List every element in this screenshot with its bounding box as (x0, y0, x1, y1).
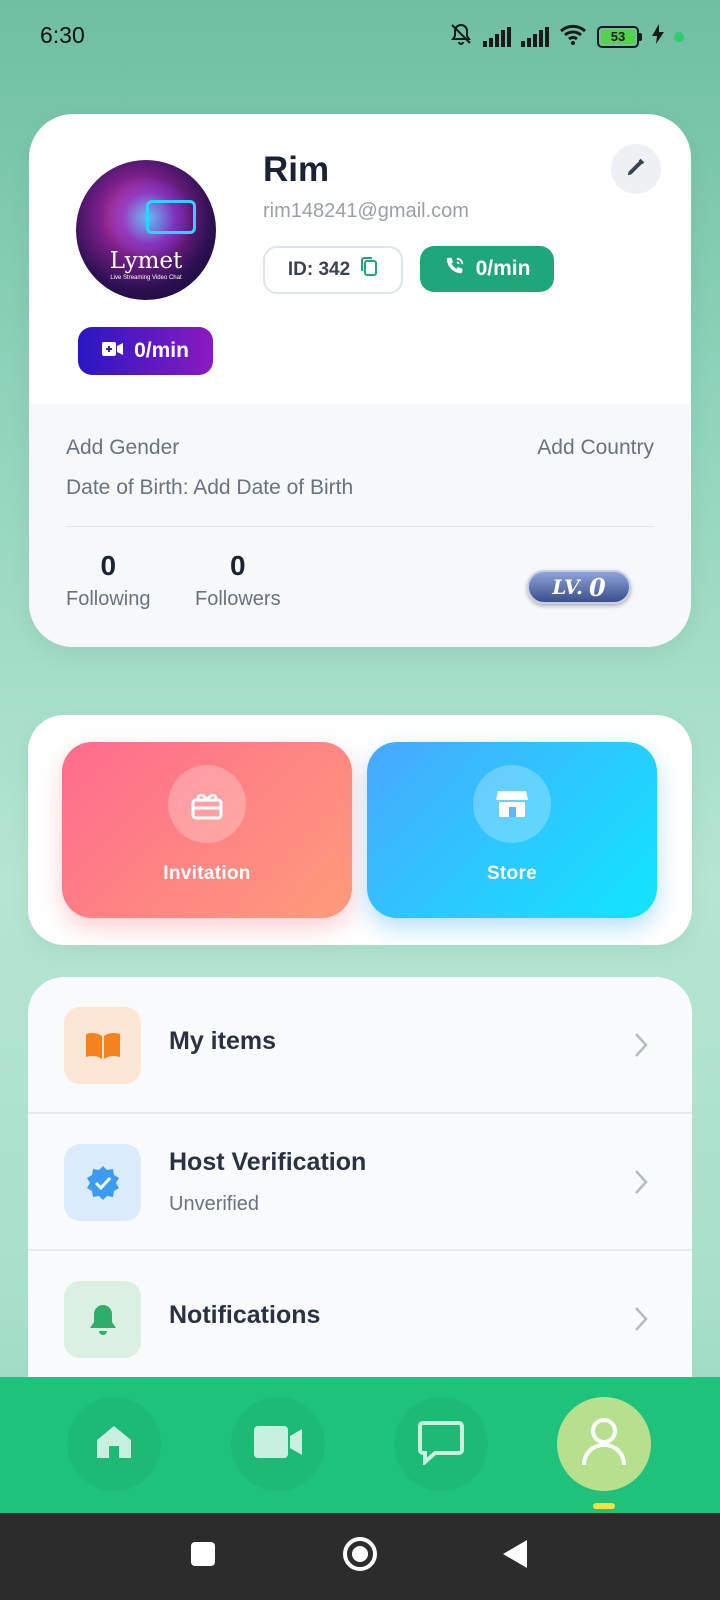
active-tab-indicator (593, 1503, 615, 1509)
call-rate-value: 0/min (475, 257, 531, 280)
home-icon (95, 1424, 133, 1465)
video-rate-badge[interactable]: 0/min (78, 327, 213, 375)
video-camera-icon (102, 339, 124, 363)
followers-count: 0 (230, 550, 246, 581)
phone-call-icon (444, 255, 466, 283)
back-button[interactable] (500, 1513, 530, 1600)
invitation-label: Invitation (163, 863, 251, 884)
user-id: ID: 342 (287, 259, 351, 280)
avatar[interactable]: Lymet Live Streaming Video Chat (76, 160, 216, 300)
verified-badge-icon (64, 1144, 141, 1221)
status-bar: 6:30 53 (0, 0, 720, 72)
camera-icon (146, 200, 196, 234)
add-country-link[interactable]: Add Country (537, 436, 654, 460)
following-stat[interactable]: 0 Following (66, 550, 150, 611)
system-navigation-bar (0, 1513, 720, 1600)
store-button[interactable]: Store (367, 742, 657, 918)
bell-off-icon (449, 22, 473, 51)
profile-details: Add Gender Add Country Date of Birth: Ad… (29, 404, 691, 647)
add-gender-link[interactable]: Add Gender (66, 436, 179, 460)
back-triangle-icon (501, 1538, 529, 1575)
bottom-nav (0, 1377, 720, 1513)
level-badge[interactable]: LV. 0 (527, 570, 631, 604)
followers-stat[interactable]: 0 Followers (195, 550, 281, 611)
call-rate-badge[interactable]: 0/min (420, 246, 554, 292)
menu-item-host-verification[interactable]: Host Verification Unverified (28, 1114, 692, 1251)
profile-name: Rim (263, 150, 330, 189)
menu-item-subtitle: Unverified (169, 1193, 260, 1215)
battery-level: 53 (601, 29, 635, 44)
followers-label: Followers (195, 588, 281, 610)
book-icon (64, 1007, 141, 1084)
edit-profile-button[interactable] (611, 144, 661, 194)
chevron-right-icon (634, 1032, 648, 1063)
chevron-right-icon (634, 1306, 648, 1337)
menu-item-title: My items (169, 1027, 276, 1055)
menu-item-title: Notifications (169, 1301, 321, 1329)
gift-icon (168, 765, 246, 843)
following-count: 0 (100, 550, 117, 581)
divider (66, 526, 654, 527)
status-time: 6:30 (40, 22, 85, 48)
square-icon (190, 1541, 216, 1572)
following-label: Following (66, 588, 151, 610)
profile-icon (581, 1417, 627, 1472)
avatar-brand: Lymet (109, 248, 183, 274)
charging-icon (652, 24, 664, 49)
menu-item-notifications[interactable]: Notifications (28, 1251, 692, 1388)
profile-card: Lymet Live Streaming Video Chat 0/min Ri… (29, 114, 691, 647)
chat-icon (417, 1419, 465, 1470)
video-rate-value: 0/min (134, 339, 189, 362)
signal-icon (483, 26, 511, 47)
nav-profile[interactable] (557, 1397, 651, 1491)
copy-icon[interactable] (360, 257, 378, 283)
menu-item-title: Host Verification (169, 1148, 367, 1176)
menu-item-my-items[interactable]: My items (28, 977, 692, 1114)
avatar-tagline: Live Streaming Video Chat (110, 275, 182, 281)
home-button[interactable] (340, 1513, 380, 1600)
profile-email: rim148241@gmail.com (263, 200, 469, 222)
chevron-right-icon (634, 1169, 648, 1200)
level-value: 0 (588, 572, 606, 602)
level-prefix: LV. (552, 575, 583, 599)
battery-icon: 53 (597, 25, 642, 48)
wifi-icon (559, 23, 587, 50)
charging-dot (674, 31, 684, 42)
date-of-birth-field[interactable]: Date of Birth: Add Date of Birth (66, 476, 353, 500)
status-icons: 53 (449, 22, 684, 51)
store-label: Store (486, 863, 538, 884)
actions-card: Invitation Store (28, 715, 692, 945)
user-id-chip[interactable]: ID: 342 (263, 246, 403, 294)
circle-icon (342, 1536, 378, 1577)
nav-chat[interactable] (394, 1397, 488, 1491)
nav-home[interactable] (67, 1397, 161, 1491)
nav-video[interactable] (231, 1397, 325, 1491)
video-camera-icon (252, 1424, 304, 1465)
store-icon (473, 765, 551, 843)
bell-icon (64, 1281, 141, 1358)
invitation-button[interactable]: Invitation (62, 742, 352, 918)
pencil-icon (625, 156, 647, 183)
recents-button[interactable] (186, 1513, 220, 1600)
signal-icon (521, 26, 549, 47)
